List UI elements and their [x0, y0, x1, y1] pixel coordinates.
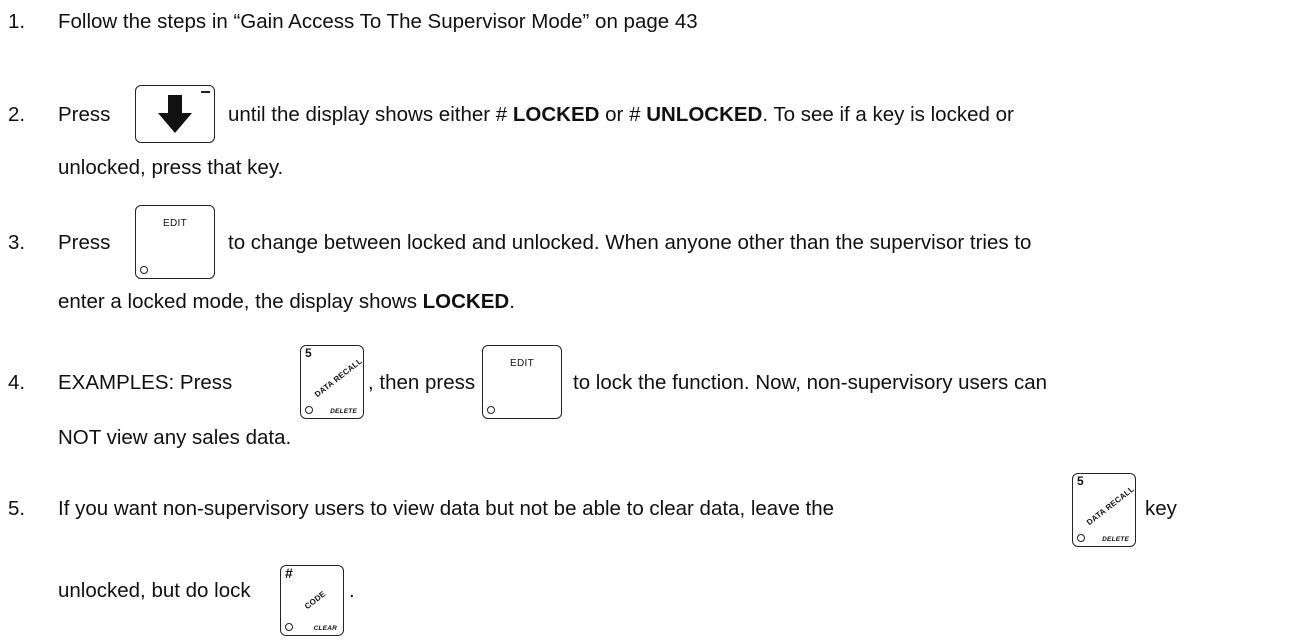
minus-icon	[201, 91, 210, 93]
led-indicator-icon	[305, 406, 313, 414]
down-arrow-key	[135, 85, 215, 143]
step-3-line-2: enter a locked mode, the display shows L…	[58, 290, 515, 313]
step-text-press: Press	[58, 231, 111, 254]
edit-key-label: EDIT	[510, 358, 534, 369]
key-number: 5	[305, 346, 312, 360]
unlocked-text: UNLOCKED	[646, 103, 763, 126]
step-2-line-2: unlocked, press that key.	[58, 156, 283, 180]
step-number: 5.	[8, 497, 26, 520]
clear-label: CLEAR	[313, 625, 337, 632]
data-recall-label: DATA RECALL	[313, 356, 364, 400]
delete-label: DELETE	[330, 408, 357, 415]
step-text-continued: unlocked, but do lock	[58, 579, 251, 602]
down-arrow-icon	[158, 95, 192, 133]
led-indicator-icon	[140, 266, 148, 274]
step-4: 4. EXAMPLES: Press , then press to lock …	[0, 371, 1289, 395]
edit-key: EDIT	[135, 205, 215, 279]
delete-label: DELETE	[1102, 536, 1129, 543]
led-indicator-icon	[285, 623, 293, 631]
locked-text: LOCKED	[422, 290, 510, 313]
step-number: 3.	[8, 231, 26, 254]
step-5-period: .	[349, 579, 355, 603]
step-text-key: key	[1145, 497, 1177, 520]
step-number: 4.	[8, 371, 26, 394]
step-text: Follow the steps in “Gain Access To The …	[58, 10, 698, 33]
led-indicator-icon	[1077, 534, 1085, 542]
step-5-line-2: unlocked, but do lock	[58, 579, 251, 603]
step-4-line-2: NOT view any sales data.	[58, 426, 291, 450]
period: .	[349, 579, 355, 602]
code-key: # CODE CLEAR	[280, 565, 344, 636]
step-text-continued: enter a locked mode, the display shows	[58, 290, 417, 313]
key-symbol: #	[285, 565, 293, 581]
step-text-continued: NOT view any sales data.	[58, 426, 292, 449]
step-number: 2.	[8, 103, 26, 126]
data-recall-key: 5 DATA RECALL DELETE	[300, 345, 364, 419]
step-1: 1. Follow the steps in “Gain Access To T…	[0, 10, 1289, 34]
code-label: CODE	[303, 589, 328, 612]
step-text: to lock the function. Now, non-superviso…	[573, 371, 1048, 394]
edit-key: EDIT	[482, 345, 562, 419]
step-text: until the display shows either # LOCKED …	[228, 103, 1014, 126]
step-text-press: Press	[58, 103, 111, 126]
step-text: If you want non-supervisory users to vie…	[58, 497, 835, 520]
step-text-press: EXAMPLES: Press	[58, 371, 233, 394]
step-text: to change between locked and unlocked. W…	[228, 231, 1032, 254]
step-text-then: , then press	[368, 371, 476, 394]
data-recall-label: DATA RECALL	[1085, 484, 1136, 528]
step-number: 1.	[8, 10, 26, 33]
key-number: 5	[1077, 474, 1084, 488]
data-recall-key: 5 DATA RECALL DELETE	[1072, 473, 1136, 547]
led-indicator-icon	[487, 406, 495, 414]
locked-text: LOCKED	[512, 103, 600, 126]
edit-key-label: EDIT	[163, 218, 187, 229]
step-text-continued: unlocked, press that key.	[58, 156, 284, 179]
